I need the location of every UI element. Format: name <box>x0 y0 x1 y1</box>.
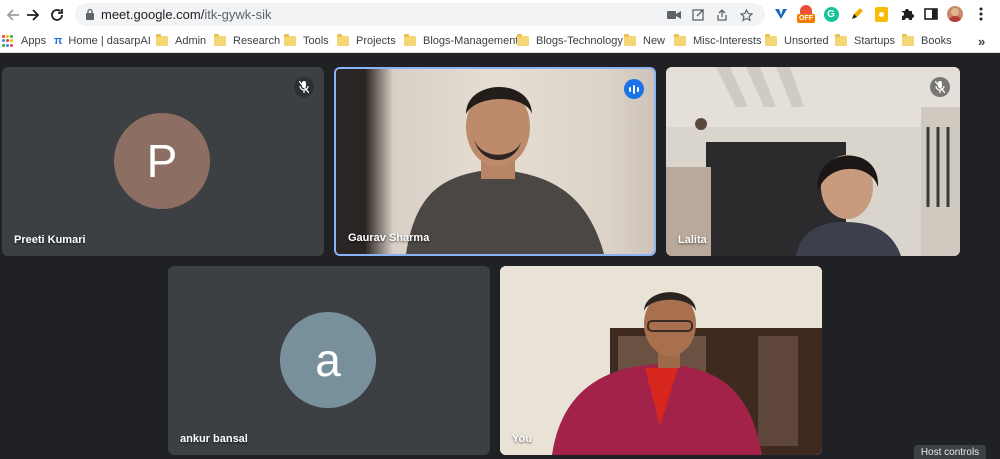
bookmark-home-dasarpai[interactable]: π Home | dasarpAI <box>54 33 151 49</box>
bookmark-folder-misc-interests[interactable]: Misc-Interests <box>674 33 761 49</box>
bookmarks-bar: Apps π Home | dasarpAI Admin Research To… <box>0 29 1000 53</box>
folder-icon <box>517 34 529 46</box>
folder-icon <box>902 34 914 46</box>
bookmark-folder-books[interactable]: Books <box>902 33 952 49</box>
share-icon[interactable] <box>713 6 731 24</box>
camera-icon[interactable] <box>665 6 683 24</box>
bookmark-star-icon[interactable] <box>737 6 755 24</box>
participant-tile-ankur-bansal[interactable]: a ankur bansal <box>168 266 490 455</box>
folder-icon <box>404 34 416 46</box>
participant-tile-lalita[interactable]: Lalita <box>666 67 960 256</box>
participant-name: Gaurav Sharma <box>348 232 430 244</box>
folder-icon <box>624 34 636 46</box>
profile-avatar[interactable] <box>946 5 964 23</box>
extension-off-badge: OFF <box>797 14 815 23</box>
folder-icon <box>835 34 847 46</box>
participant-video <box>666 67 960 256</box>
more-bookmarks-chevron-icon[interactable]: » <box>978 33 985 49</box>
folder-icon <box>674 34 686 46</box>
side-panel-icon[interactable] <box>922 5 940 23</box>
apps-grid-icon <box>2 35 14 47</box>
puzzle-extensions-icon[interactable] <box>898 5 916 23</box>
bookmark-folder-new[interactable]: New <box>624 33 665 49</box>
participant-tile-gaurav-sharma[interactable]: Gaurav Sharma <box>334 67 656 256</box>
open-in-new-icon[interactable] <box>689 6 707 24</box>
participant-name: Preeti Kumari <box>14 234 86 246</box>
folder-icon <box>214 34 226 46</box>
address-bar[interactable]: meet.google.com/itk-gywk-sik <box>75 3 765 26</box>
mic-off-icon <box>930 77 950 97</box>
participant-tile-self[interactable]: You <box>500 266 822 455</box>
lock-icon <box>86 8 94 20</box>
folder-icon <box>284 34 296 46</box>
bookmark-apps[interactable]: Apps <box>2 33 46 49</box>
participant-name: You <box>512 433 532 445</box>
bookmark-folder-admin[interactable]: Admin <box>156 33 206 49</box>
participant-video <box>500 266 822 455</box>
folder-icon <box>337 34 349 46</box>
speaking-indicator-icon <box>624 79 644 99</box>
participant-tile-preeti-kumari[interactable]: P Preeti Kumari <box>2 67 324 256</box>
adblock-extension-icon[interactable]: OFF <box>796 5 816 23</box>
more-vert-icon[interactable] <box>972 5 990 23</box>
participant-name: Lalita <box>678 234 707 246</box>
participant-video <box>336 69 654 254</box>
bookmark-folder-tools[interactable]: Tools <box>284 33 329 49</box>
reload-icon[interactable] <box>46 4 68 26</box>
keep-extension-icon[interactable] <box>872 5 890 23</box>
avatar: P <box>114 113 210 209</box>
bookmark-folder-unsorted[interactable]: Unsorted <box>765 33 829 49</box>
bookmark-folder-startups[interactable]: Startups <box>835 33 895 49</box>
mic-off-icon <box>294 77 314 97</box>
folder-icon <box>765 34 777 46</box>
avatar: a <box>280 312 376 408</box>
vuetify-extension-icon[interactable] <box>772 5 790 23</box>
host-controls-button[interactable]: Host controls <box>914 445 986 459</box>
participant-name: ankur bansal <box>180 433 248 445</box>
url-text: meet.google.com/itk-gywk-sik <box>101 7 272 22</box>
bookmark-folder-blogs-technology[interactable]: Blogs-Technology <box>517 33 623 49</box>
bookmark-folder-projects[interactable]: Projects <box>337 33 396 49</box>
site-favicon-icon: π <box>54 35 63 47</box>
browser-toolbar: meet.google.com/itk-gywk-sik OFF G <box>0 0 1000 29</box>
highlighter-extension-icon[interactable] <box>848 5 866 23</box>
forward-arrow-icon[interactable] <box>22 4 44 26</box>
back-arrow-icon[interactable] <box>2 4 24 26</box>
bookmark-folder-blogs-management[interactable]: Blogs-Management <box>404 33 518 49</box>
grammarly-extension-icon[interactable]: G <box>822 5 840 23</box>
bookmark-folder-research[interactable]: Research <box>214 33 280 49</box>
folder-icon <box>156 34 168 46</box>
